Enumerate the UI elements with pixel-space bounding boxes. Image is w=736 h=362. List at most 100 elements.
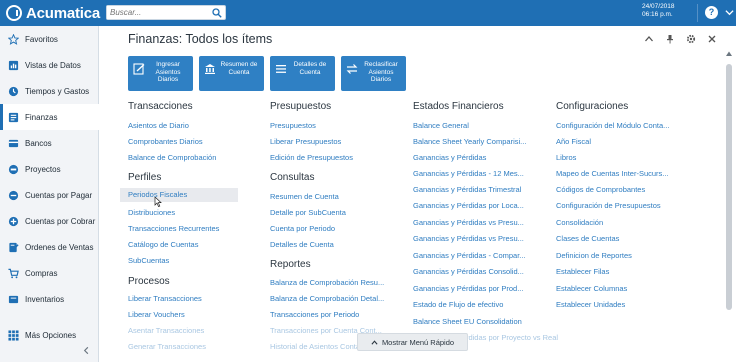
sidebar-item-compras[interactable]: Compras: [0, 260, 99, 286]
bank-building-icon: [205, 64, 215, 74]
link-edicion-de-presupuestos[interactable]: Edición de Presupuestos: [270, 153, 353, 162]
link-mapeo-cuentas-inter-sucursal[interactable]: Mapeo de Cuentas Inter-Sucurs...: [556, 169, 669, 178]
button-label: Reclasificar Asientos Diarios: [364, 61, 398, 83]
sidebar-item-favoritos[interactable]: Favoritos: [0, 26, 99, 52]
link-configuracion-modulo-contable[interactable]: Configuración del Módulo Conta...: [556, 121, 669, 130]
sidebar-item-finanzas[interactable]: Finanzas: [0, 104, 99, 130]
link-balance-de-comprobacion[interactable]: Balance de Comprobación: [128, 153, 216, 162]
sidebar-item-label: Tiempos y Gastos: [25, 86, 90, 96]
link-codigos-de-comprobantes[interactable]: Códigos de Comprobantes: [556, 185, 645, 194]
link-comprobantes-diarios[interactable]: Comprobantes Diarios: [128, 137, 203, 146]
sidebar-item-label: Más Opciones: [25, 330, 77, 340]
link-establecer-unidades[interactable]: Establecer Unidades: [556, 300, 625, 309]
sidebar-item-label: Favoritos: [25, 34, 58, 44]
link-asientos-de-diario[interactable]: Asientos de Diario: [128, 121, 189, 130]
sidebar-item-mas-opciones[interactable]: Más Opciones: [0, 322, 99, 348]
close-icon[interactable]: [707, 34, 717, 44]
resumen-de-cuenta-button[interactable]: Resumen de Cuenta: [199, 56, 264, 91]
link-balance-general[interactable]: Balance General: [413, 121, 469, 130]
sidebar-item-cuentas-por-pagar[interactable]: Cuentas por Pagar: [0, 182, 99, 208]
link-definicion-de-reportes[interactable]: Definicion de Reportes: [556, 251, 632, 260]
link-presupuestos[interactable]: Presupuestos: [270, 121, 316, 130]
reclassify-icon: [346, 64, 358, 74]
link-establecer-columnas[interactable]: Establecer Columnas: [556, 284, 627, 293]
finance-icon: [8, 112, 19, 122]
panel-toolbar: [644, 34, 728, 44]
link-liberar-presupuestos[interactable]: Liberar Presupuestos: [270, 137, 341, 146]
inventory-icon: [8, 295, 19, 303]
detalles-de-cuenta-button[interactable]: Detalles de Cuenta: [270, 56, 335, 91]
reclasificar-asientos-diarios-button[interactable]: Reclasificar Asientos Diarios: [341, 56, 406, 91]
show-quick-menu-button[interactable]: Mostrar Menú Rápido: [357, 333, 468, 351]
link-ganancias-perdidas-12-meses[interactable]: Ganancias y Pérdidas - 12 Mes...: [413, 169, 524, 178]
divider: [697, 4, 698, 22]
sidebar-item-cuentas-por-cobrar[interactable]: Cuentas por Cobrar: [0, 208, 99, 234]
sidebar-item-label: Inventarios: [25, 294, 65, 304]
link-establecer-filas[interactable]: Establecer Filas: [556, 267, 609, 276]
list-icon: [276, 65, 286, 73]
chevron-down-icon[interactable]: [725, 8, 734, 17]
link-ganancias-perdidas[interactable]: Ganancias y Pérdidas: [413, 153, 486, 162]
scrollbar[interactable]: [725, 50, 733, 350]
data-views-icon: [8, 60, 19, 70]
sidebar-item-inventarios[interactable]: Inventarios: [0, 286, 99, 312]
section-title-presupuestos: Presupuestos: [270, 101, 332, 112]
section-title-procesos: Procesos: [128, 276, 170, 287]
sidebar-item-vistas-de-datos[interactable]: Vistas de Datos: [0, 52, 99, 78]
link-catalogo-de-cuentas[interactable]: Catálogo de Cuentas: [128, 240, 198, 249]
collapse-sidebar-icon[interactable]: [82, 346, 91, 355]
link-ganancias-perdidas-vs-presupuesto-2[interactable]: Ganancias y Pérdidas vs Presu...: [413, 234, 524, 243]
link-detalle-por-subcuenta[interactable]: Detalle por SubCuenta: [270, 208, 346, 217]
link-balance-sheet-yearly[interactable]: Balance Sheet Yearly Comparisi...: [413, 137, 526, 146]
link-ano-fiscal[interactable]: Año Fiscal: [556, 137, 591, 146]
chevron-up-icon: [371, 339, 378, 345]
scrollbar-thumb[interactable]: [726, 64, 732, 310]
link-ganancias-perdidas-por-locacion[interactable]: Ganancias y Pérdidas por Loca...: [413, 201, 524, 210]
current-time: 06:16 p.m.: [642, 11, 673, 18]
link-detalles-de-cuenta[interactable]: Detalles de Cuenta: [270, 240, 334, 249]
link-balanza-comprobacion-detalle[interactable]: Balanza de Comprobación Detal...: [270, 294, 384, 303]
link-ganancias-perdidas-consolidado[interactable]: Ganancias y Pérdidas Consolid...: [413, 267, 524, 276]
link-balanza-comprobacion-resumen[interactable]: Balanza de Comprobación Resu...: [270, 278, 384, 287]
sidebar-item-ordenes-de-ventas[interactable]: Ordenes de Ventas: [0, 234, 99, 260]
link-transacciones-recurrentes[interactable]: Transacciones Recurrentes: [128, 224, 219, 233]
link-ganancias-perdidas-vs-presupuesto-1[interactable]: Ganancias y Pérdidas vs Presu...: [413, 218, 524, 227]
link-liberar-vouchers[interactable]: Liberar Vouchers: [128, 310, 185, 319]
link-periodos-fiscales[interactable]: Periodos Fiscales: [120, 188, 238, 202]
link-clases-de-cuentas[interactable]: Clases de Cuentas: [556, 234, 619, 243]
sidebar-item-tiempos-y-gastos[interactable]: Tiempos y Gastos: [0, 78, 99, 104]
link-asentar-transacciones[interactable]: Asentar Transacciones: [128, 326, 204, 335]
gear-icon[interactable]: [686, 34, 696, 44]
link-libros[interactable]: Libros: [556, 153, 576, 162]
link-ganancias-perdidas-trimestral[interactable]: Ganancias y Pérdidas Trimestral: [413, 185, 521, 194]
brand-logo[interactable]: Acumatica: [6, 3, 100, 23]
link-resumen-de-cuenta[interactable]: Resumen de Cuenta: [270, 192, 339, 201]
link-distribuciones[interactable]: Distribuciones: [128, 208, 175, 217]
section-title-perfiles: Perfiles: [128, 172, 162, 183]
help-icon[interactable]: ?: [705, 6, 718, 19]
link-transacciones-por-periodo[interactable]: Transacciones por Periodo: [270, 310, 359, 319]
current-date: 24/07/2018: [642, 3, 675, 10]
button-label: Ingresar Asientos Diarios: [155, 61, 181, 83]
link-ganancias-perdidas-comparativo[interactable]: Ganancias y Pérdidas - Compar...: [413, 251, 526, 260]
sidebar-item-bancos[interactable]: Bancos: [0, 130, 99, 156]
search-input[interactable]: [107, 6, 207, 19]
link-ganancias-perdidas-por-producto[interactable]: Ganancias y Pérdidas por Prod...: [413, 284, 523, 293]
sidebar-item-label: Cuentas por Cobrar: [25, 216, 96, 226]
link-generar-transacciones[interactable]: Generar Transacciones: [128, 342, 206, 351]
link-cuenta-por-periodo[interactable]: Cuenta por Periodo: [270, 224, 335, 233]
scroll-up-icon[interactable]: [725, 50, 733, 58]
link-estado-flujo-efectivo[interactable]: Estado de Flujo de efectivo: [413, 300, 503, 309]
search-icon[interactable]: [212, 8, 222, 18]
pin-icon[interactable]: [665, 34, 675, 44]
plus-circle-icon: [8, 216, 19, 226]
link-consolidacion[interactable]: Consolidación: [556, 218, 603, 227]
ingresar-asientos-diarios-button[interactable]: Ingresar Asientos Diarios: [128, 56, 193, 91]
link-liberar-transacciones[interactable]: Liberar Transacciones: [128, 294, 202, 303]
link-balance-sheet-eu-consolidation[interactable]: Balance Sheet EU Consolidation: [413, 317, 522, 326]
chevron-up-icon[interactable]: [644, 34, 654, 44]
link-subcuentas[interactable]: SubCuentas: [128, 256, 169, 265]
sidebar-item-proyectos[interactable]: Proyectos: [0, 156, 99, 182]
search-box[interactable]: [106, 5, 226, 20]
link-configuracion-de-presupuestos[interactable]: Configuración de Presupuestos: [556, 201, 661, 210]
